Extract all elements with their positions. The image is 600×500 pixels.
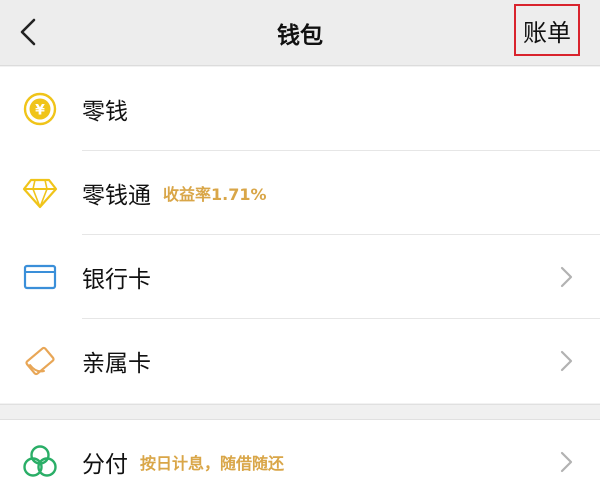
credit-list: 分付 按日计息，随借随还 xyxy=(0,420,600,500)
list-item-change[interactable]: ¥ 零钱 xyxy=(0,67,600,151)
list-item-label: 分付 按日计息，随借随还 xyxy=(82,452,285,478)
chevron-right-icon xyxy=(560,350,573,372)
chevron-left-icon xyxy=(20,18,36,46)
wallet-list: ¥ 零钱 零钱通 收益率1.71% 银行卡 亲属卡 xyxy=(0,67,600,403)
list-item-family-card[interactable]: 亲属卡 xyxy=(0,319,600,403)
section-separator xyxy=(0,404,600,420)
fenfu-icon xyxy=(20,442,60,482)
yield-rate-tag: 收益率1.71% xyxy=(163,185,267,204)
family-card-icon xyxy=(20,341,60,381)
chevron-right-icon xyxy=(560,451,573,473)
list-item-label: 亲属卡 xyxy=(82,351,151,377)
nav-bar: 钱包 账单 xyxy=(0,0,600,66)
back-button[interactable] xyxy=(10,12,46,52)
svg-text:¥: ¥ xyxy=(35,103,45,119)
list-item-fenfu[interactable]: 分付 按日计息，随借随还 xyxy=(0,420,600,500)
list-item-change-plus[interactable]: 零钱通 收益率1.71% xyxy=(0,151,600,235)
bill-button[interactable]: 账单 xyxy=(514,4,580,56)
list-item-label: 零钱 xyxy=(82,99,128,125)
promo-tag: 按日计息，随借随还 xyxy=(140,454,285,473)
bank-card-icon xyxy=(20,257,60,297)
page-title: 钱包 xyxy=(277,23,323,49)
list-item-label: 银行卡 xyxy=(82,267,151,293)
yuan-coin-icon: ¥ xyxy=(20,89,60,129)
chevron-right-icon xyxy=(560,266,573,288)
list-item-bank-card[interactable]: 银行卡 xyxy=(0,235,600,319)
list-item-label: 零钱通 收益率1.71% xyxy=(82,183,267,209)
diamond-icon xyxy=(20,173,60,213)
